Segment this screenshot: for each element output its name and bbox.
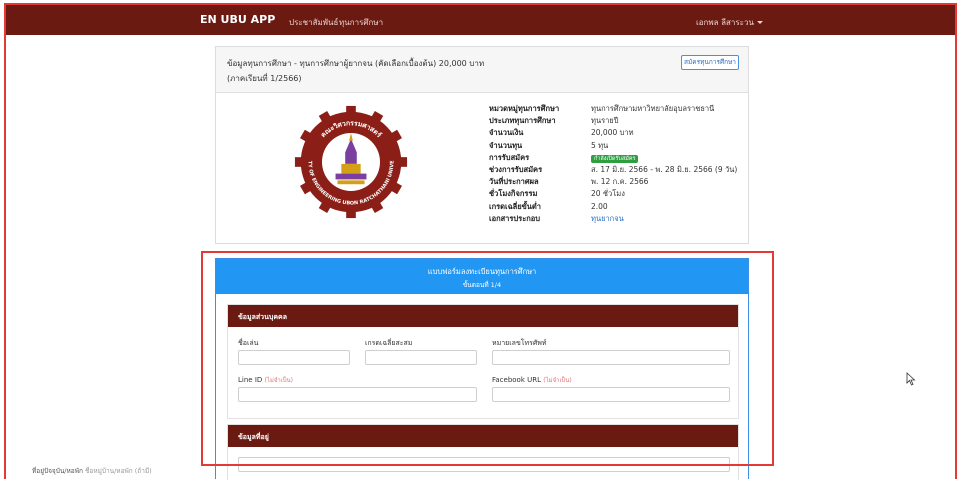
optional-tag: (ไม่จำเป็น) [264,377,294,384]
address-hint: ชื่อหมู่บ้าน/หอพัก (ถ้ามี) [85,467,152,475]
gpa-label: เกรดเฉลี่ยสะสม [365,339,413,347]
gpa-input[interactable] [365,350,477,365]
detail-row: การรับสมัคร กำลังเปิดรับสมัคร [489,152,737,164]
detail-row: จำนวนทุน 5 ทุน [489,140,609,150]
document-link[interactable]: ทุนยากจน [591,213,624,225]
scholarship-info-card: ข้อมูลทุนการศึกษา - ทุนการศึกษาผู้ยากจน … [215,46,749,244]
phone-label: หมายเลขโทรศัพท์ [492,339,547,347]
scholarship-card-header: ข้อมูลทุนการศึกษา - ทุนการศึกษาผู้ยากจน … [216,47,748,93]
nickname-label: ชื่อเล่น [238,339,259,347]
detail-row: วันที่ประกาศผล พ. 12 ก.ค. 2566 [489,177,649,187]
form-header: แบบฟอร์มลงทะเบียนทุนการศึกษา ขั้นตอนที่ … [216,259,748,294]
form-step-indicator: ขั้นตอนที่ 1/4 [462,281,502,289]
facebook-url-input[interactable] [492,387,730,402]
brand-logo-text[interactable]: EN UBU APP [200,13,275,26]
detail-row: ประเภททุนการศึกษา ทุนรายปี [489,116,619,126]
user-name: เอกพล ลีสาระวน [696,18,754,27]
detail-row: ชั่วโมงกิจกรรม 20 ชั่วโมง [489,189,625,199]
address-search-input[interactable] [238,457,730,472]
user-menu-dropdown[interactable]: เอกพล ลีสาระวน [696,16,763,29]
current-address-label: ที่อยู่ปัจจุบัน/หอพัก ชื่อหมู่บ้าน/หอพัก… [32,467,152,475]
apply-scholarship-button[interactable]: สมัครทุนการศึกษา [681,55,739,70]
detail-row: เอกสารประกอบ ทุนยากจน [489,213,737,225]
detail-row: เกรดเฉลี่ยขั้นต่ำ 2.00 [489,201,608,211]
app-window: EN UBU APP ประชาสัมพันธ์ ทุนการศึกษา เอก… [0,0,960,480]
detail-row: หมวดหมู่ทุนการศึกษา ทุนการศึกษามหาวิทยาลั… [489,104,715,113]
scholarship-title: ข้อมูลทุนการศึกษา - ทุนการศึกษาผู้ยากจน … [227,59,485,83]
personal-info-section: ข้อมูลส่วนบุคคล ชื่อเล่น เกรดเฉลี่ยสะสม … [227,304,739,419]
mouse-pointer-icon [906,372,916,386]
address-heading: ข้อมูลที่อยู่ [228,425,738,447]
facebook-url-label: Facebook URL (ไม่จำเป็น) [492,376,572,384]
line-id-input[interactable] [238,387,477,402]
nickname-input[interactable] [238,350,350,365]
personal-info-heading: ข้อมูลส่วนบุคคล [228,305,738,327]
address-section: ข้อมูลที่อยู่ [227,424,739,480]
detail-row: จำนวนเงิน 20,000 บาท [489,128,634,138]
line-id-label: Line ID (ไม่จำเป็น) [238,376,294,384]
nav-link-scholarship[interactable]: ทุนการศึกษา [339,16,383,29]
nav-link-news[interactable]: ประชาสัมพันธ์ [289,16,338,29]
form-title: แบบฟอร์มลงทะเบียนทุนการศึกษา [427,267,537,276]
status-badge: กำลังเปิดรับสมัคร [591,154,639,163]
scholarship-details: หมวดหมู่ทุนการศึกษา ทุนการศึกษามหาวิทยาลั… [489,103,737,225]
phone-input[interactable] [492,350,730,365]
top-navbar: EN UBU APP ประชาสัมพันธ์ ทุนการศึกษา เอก… [6,5,955,35]
detail-row: ช่วงการรับสมัคร ส. 17 มิ.ย. 2566 - พ. 28 … [489,164,738,174]
registration-form-card: แบบฟอร์มลงทะเบียนทุนการศึกษา ขั้นตอนที่ … [215,258,749,480]
optional-tag: (ไม่จำเป็น) [543,377,572,384]
chevron-down-icon [756,21,763,24]
faculty-of-engineering-logo: คณะวิศวกรรมศาสตร์ FACULTY OF ENGINEERING… [293,104,408,219]
